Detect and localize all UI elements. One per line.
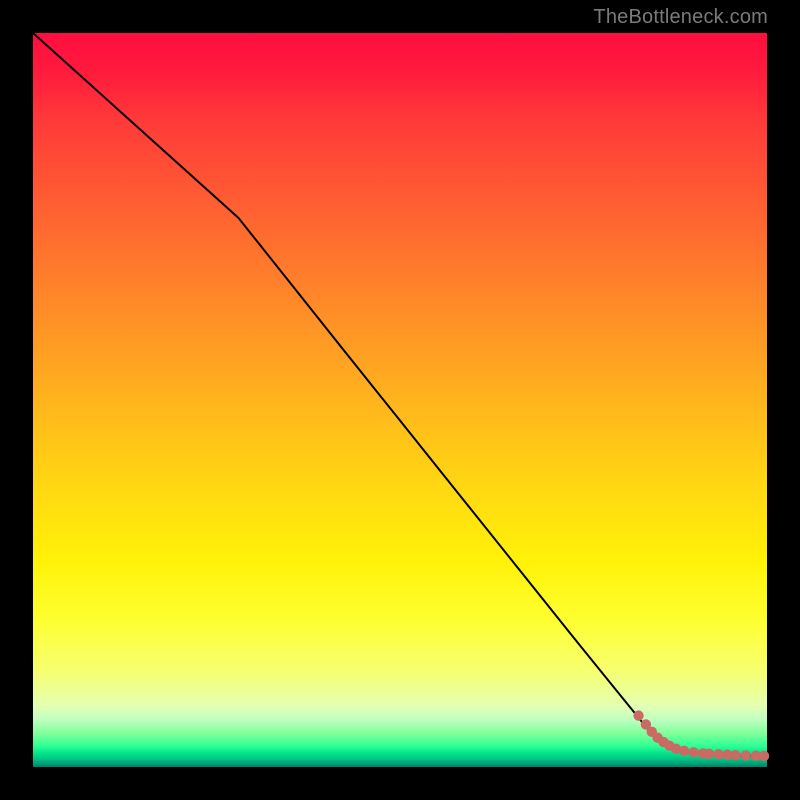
chart-plot-area (33, 33, 767, 767)
chart-frame: TheBottleneck.com (0, 0, 800, 800)
watermark-text: TheBottleneck.com (593, 6, 768, 29)
